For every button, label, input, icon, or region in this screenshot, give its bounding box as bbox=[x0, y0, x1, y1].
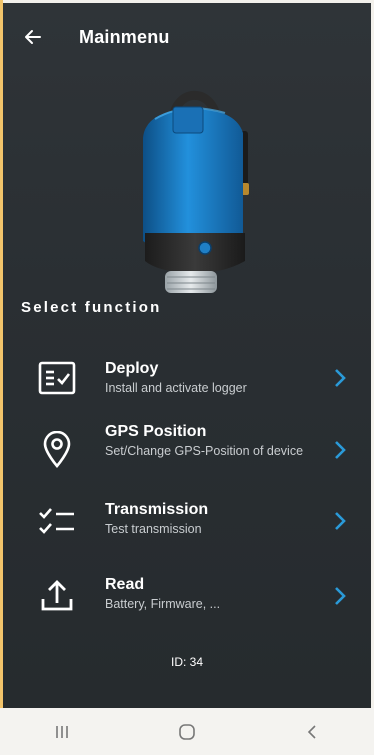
system-nav-bar bbox=[0, 708, 374, 755]
menu-item-title: GPS Position bbox=[105, 423, 207, 440]
section-label: Select function bbox=[21, 299, 162, 316]
back-arrow-icon bbox=[25, 30, 41, 44]
menu-item-subtitle: Battery, Firmware, ... bbox=[105, 597, 221, 611]
chevron-left-icon bbox=[307, 724, 316, 739]
menu-item-title: Deploy bbox=[105, 360, 159, 377]
check-list-icon bbox=[37, 501, 77, 541]
system-back-button[interactable] bbox=[282, 712, 342, 752]
menu-item-subtitle: Install and activate logger bbox=[105, 381, 247, 395]
menu-item-transmission[interactable]: Transmission Test transmission bbox=[3, 486, 371, 556]
menu-item-subtitle: Set/Change GPS-Position of device bbox=[105, 444, 304, 458]
chevron-right-icon bbox=[331, 509, 349, 533]
home-icon bbox=[179, 723, 195, 740]
home-button[interactable] bbox=[157, 712, 217, 752]
menu-item-title: Transmission bbox=[105, 501, 209, 518]
chevron-right-icon bbox=[331, 366, 349, 390]
chevron-right-icon bbox=[331, 584, 349, 608]
menu-item-deploy[interactable]: Deploy Install and activate logger bbox=[3, 343, 371, 413]
app-bar: Mainmenu bbox=[3, 17, 371, 57]
logger-device-illustration bbox=[143, 90, 249, 293]
recent-apps-button[interactable] bbox=[32, 712, 92, 752]
menu-item-title: Read bbox=[105, 576, 145, 593]
chevron-right-icon bbox=[331, 438, 349, 462]
menu-item-subtitle: Test transmission bbox=[105, 522, 202, 536]
menu-item-read[interactable]: Read Battery, Firmware, ... bbox=[3, 561, 371, 631]
back-button[interactable] bbox=[15, 19, 51, 55]
menu-item-gps-position[interactable]: GPS Position Set/Change GPS-Position of … bbox=[3, 415, 371, 485]
location-pin-icon bbox=[37, 430, 77, 470]
recent-apps-icon bbox=[56, 725, 69, 738]
app-screen: Mainmenu Select function Deploy Install … bbox=[3, 3, 371, 708]
upload-icon bbox=[37, 576, 77, 616]
device-id: ID: 34 bbox=[170, 655, 203, 669]
page-title: Mainmenu bbox=[79, 26, 170, 47]
checklist-form-icon bbox=[37, 358, 77, 398]
